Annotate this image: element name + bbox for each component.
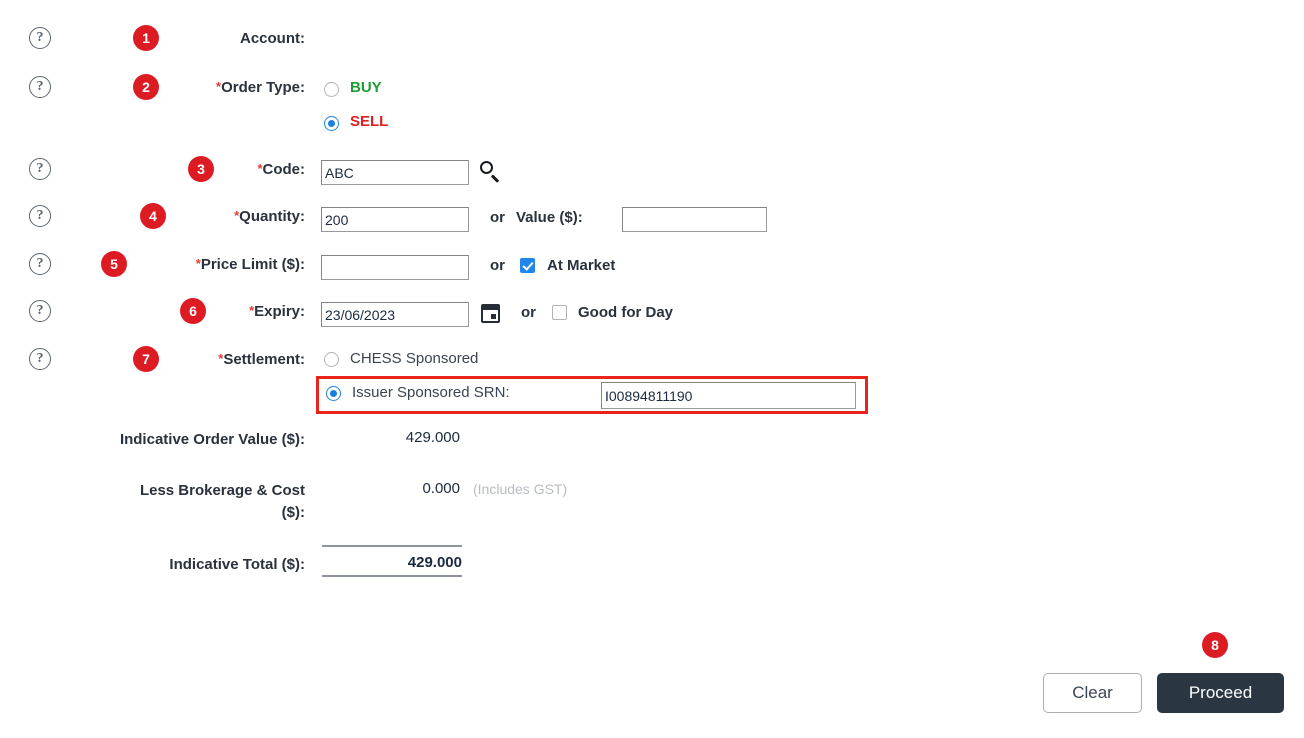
label-less-brokerage-line2: ($): bbox=[281, 504, 305, 521]
checkbox-good-for-day[interactable] bbox=[552, 305, 567, 320]
label-order-type-text: Order Type: bbox=[221, 79, 305, 96]
srn-input[interactable] bbox=[601, 382, 856, 409]
label-expiry: *Expiry: bbox=[40, 303, 305, 320]
radio-order-type-buy[interactable] bbox=[324, 82, 339, 97]
label-price-limit-text: Price Limit ($): bbox=[200, 256, 305, 273]
value-less-brokerage: 0.000 bbox=[422, 480, 460, 497]
label-order-type: *Order Type: bbox=[40, 79, 305, 96]
price-limit-or-text: or bbox=[490, 257, 505, 274]
label-quantity: *Quantity: bbox=[40, 208, 305, 225]
label-less-brokerage: Less Brokerage & Cost ($): bbox=[0, 480, 305, 524]
radio-chess-sponsored[interactable] bbox=[324, 352, 339, 367]
label-less-brokerage-line1: Less Brokerage & Cost bbox=[139, 482, 305, 499]
label-account-text: Account: bbox=[240, 30, 305, 47]
label-code-text: Code: bbox=[262, 161, 306, 178]
label-account: Account: bbox=[40, 30, 305, 47]
quantity-input[interactable] bbox=[321, 207, 469, 232]
radio-label-chess-sponsored[interactable]: CHESS Sponsored bbox=[350, 350, 478, 367]
form-row-settlement: ? 7 *Settlement: CHESS Sponsored Issuer … bbox=[0, 346, 1304, 409]
radio-label-issuer-sponsored[interactable]: Issuer Sponsored SRN: bbox=[352, 384, 510, 401]
quantity-or-text: or bbox=[490, 209, 505, 226]
step-badge-8: 8 bbox=[1202, 632, 1228, 658]
price-limit-input[interactable] bbox=[321, 255, 469, 280]
code-input[interactable] bbox=[321, 160, 469, 185]
label-indicative-total: Indicative Total ($): bbox=[169, 556, 305, 573]
checkbox-label-at-market[interactable]: At Market bbox=[547, 257, 615, 274]
checkbox-at-market[interactable] bbox=[520, 258, 535, 273]
calendar-icon[interactable] bbox=[481, 304, 500, 323]
form-row-quantity: ? 4 *Quantity: or Value ($): bbox=[0, 203, 1304, 241]
label-price-limit: *Price Limit ($): bbox=[40, 256, 305, 273]
clear-button[interactable]: Clear bbox=[1043, 673, 1142, 713]
label-code: *Code: bbox=[40, 161, 305, 178]
checkbox-label-good-for-day[interactable]: Good for Day bbox=[578, 304, 673, 321]
label-quantity-text: Quantity: bbox=[239, 208, 305, 225]
form-row-account: ? 1 Account: bbox=[0, 25, 1304, 63]
total-rule-top bbox=[322, 545, 462, 547]
radio-order-type-sell[interactable] bbox=[324, 116, 339, 131]
form-row-order-type: ? 2 *Order Type: BUY SELL bbox=[0, 74, 1304, 146]
label-value: Value ($): bbox=[516, 209, 583, 226]
search-icon[interactable] bbox=[477, 159, 503, 185]
value-indicative-total: 429.000 bbox=[407, 554, 462, 571]
label-indicative-order-value: Indicative Order Value ($): bbox=[119, 431, 305, 448]
total-rule-bottom bbox=[322, 575, 462, 577]
form-row-expiry: ? 6 *Expiry: or Good for Day bbox=[0, 298, 1304, 336]
form-row-code: ? 3 *Code: bbox=[0, 156, 1304, 194]
value-indicative-order-value: 429.000 bbox=[405, 429, 460, 446]
expiry-or-text: or bbox=[521, 304, 536, 321]
label-expiry-text: Expiry: bbox=[254, 303, 305, 320]
proceed-button[interactable]: Proceed bbox=[1157, 673, 1284, 713]
value-input[interactable] bbox=[622, 207, 767, 232]
radio-issuer-sponsored[interactable] bbox=[326, 386, 341, 401]
form-row-price-limit: ? 5 *Price Limit ($): or At Market bbox=[0, 251, 1304, 289]
brokerage-gst-note: (Includes GST) bbox=[473, 481, 568, 497]
label-settlement-text: Settlement: bbox=[223, 351, 305, 368]
expiry-input[interactable] bbox=[321, 302, 469, 327]
radio-label-buy[interactable]: BUY bbox=[350, 79, 382, 96]
radio-label-sell[interactable]: SELL bbox=[350, 113, 388, 130]
label-settlement: *Settlement: bbox=[40, 351, 305, 368]
